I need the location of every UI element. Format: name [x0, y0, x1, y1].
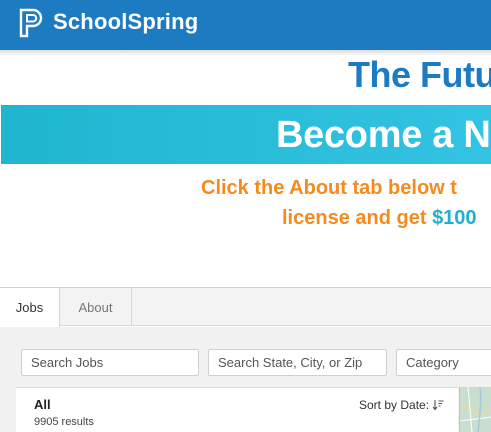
results-heading: All	[34, 397, 51, 412]
location-input[interactable]: Search State, City, or Zip	[208, 349, 387, 376]
promo-line-2: license and get $100	[282, 207, 477, 230]
map-preview[interactable]	[459, 387, 491, 432]
results-count: 9905 results	[34, 416, 94, 428]
banner-band: Become a N	[1, 105, 491, 164]
top-navigation-bar: SchoolSpring	[0, 0, 491, 50]
promo-line-2-text: license and get	[282, 207, 433, 229]
promo-amount: $100	[432, 207, 477, 229]
tab-about[interactable]: About	[60, 288, 132, 326]
search-jobs-input[interactable]: Search Jobs	[21, 349, 199, 376]
sort-label: Sort by Date:	[359, 398, 430, 412]
tab-jobs[interactable]: Jobs	[0, 288, 60, 327]
category-select[interactable]: Category	[396, 349, 491, 376]
banner-headline: The Futu	[348, 54, 491, 95]
promo-banner[interactable]: The Futu Become a N Click the About tab …	[0, 50, 491, 286]
sort-descending-icon[interactable]	[432, 399, 444, 411]
schoolspring-logo-icon[interactable]	[18, 7, 46, 39]
brand-name[interactable]: SchoolSpring	[53, 9, 198, 35]
promo-line-1: Click the About tab below t	[201, 177, 457, 199]
sort-by-date-control[interactable]: Sort by Date:	[359, 398, 444, 412]
results-header: All 9905 results Sort by Date:	[16, 387, 458, 432]
tab-bar: Jobs About	[0, 287, 491, 327]
banner-band-text: Become a N	[276, 114, 491, 156]
search-panel: Search Jobs Search State, City, or Zip C…	[0, 327, 491, 432]
